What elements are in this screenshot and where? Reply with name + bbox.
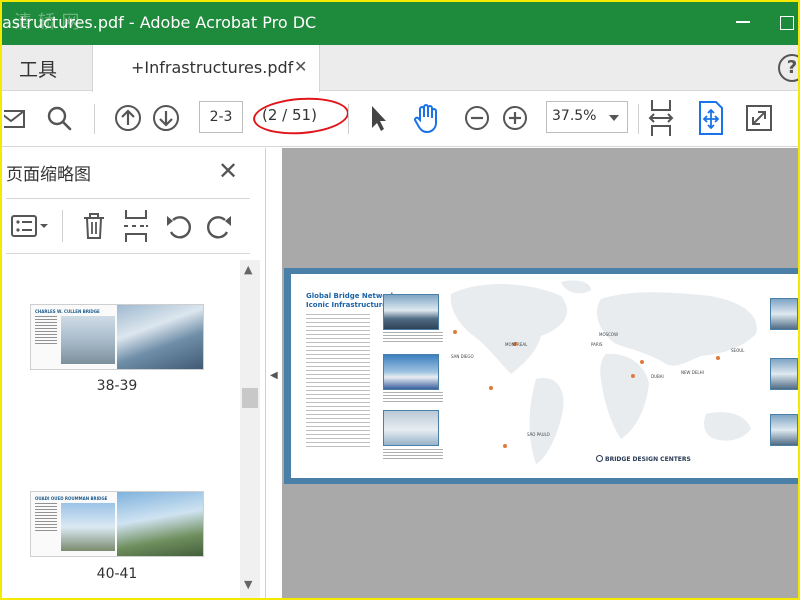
bridge-photo xyxy=(770,358,798,390)
tab-bar: 工具 +Infrastructures.pdf ✕ ? xyxy=(2,45,798,92)
thumbnail-bridge-photo xyxy=(117,492,203,556)
map-pin xyxy=(640,360,644,364)
map-city-label: SEOUL xyxy=(731,348,745,353)
tab-tools[interactable]: 工具 xyxy=(2,45,92,91)
map-city-label: MOSCOW xyxy=(599,332,619,337)
map-brand: BRIDGE DESIGN CENTERS xyxy=(605,456,691,463)
toolbar: 2-3 (2 / 51) 37.5% xyxy=(2,92,798,147)
chevron-down-icon xyxy=(609,115,619,121)
document-body-text xyxy=(306,314,370,450)
bridge-photo xyxy=(383,410,439,446)
thumbnail-scrollbar[interactable]: ▲ ▼ xyxy=(240,260,260,598)
thumbnail-photo xyxy=(61,503,115,551)
map-pin xyxy=(716,356,720,360)
zoom-dropdown[interactable]: 37.5% xyxy=(546,101,628,133)
map-city-label: SÃO PAULO xyxy=(527,432,550,437)
thumbnail-label: 38-39 xyxy=(96,378,138,394)
maximize-button[interactable] xyxy=(780,16,794,30)
document-title-line: Iconic Infrastructures xyxy=(306,301,392,309)
map-pin xyxy=(631,374,635,378)
thumbnail-text xyxy=(35,316,57,346)
map-pin xyxy=(489,386,493,390)
minimize-button[interactable] xyxy=(736,21,750,23)
toolbar-divider xyxy=(94,104,95,134)
title-bar: astructures.pdf - Adobe Acrobat Pro DC 清… xyxy=(2,2,798,45)
map-city-label: PARIS xyxy=(591,342,603,347)
previous-page-icon[interactable] xyxy=(112,102,144,134)
split-page-icon[interactable] xyxy=(122,208,150,244)
tab-document[interactable]: +Infrastructures.pdf ✕ xyxy=(92,45,320,92)
thumbnail-label: 40-41 xyxy=(96,566,138,582)
bridge-logo-icon xyxy=(596,455,603,462)
map-city-label: MONTREAL xyxy=(505,342,528,347)
rotate-right-icon[interactable] xyxy=(204,210,234,242)
photo-caption xyxy=(383,332,443,344)
hand-tool-icon[interactable] xyxy=(410,102,444,134)
zoom-out-icon[interactable] xyxy=(462,102,492,134)
map-city-label: NEW DELHI xyxy=(681,370,704,375)
map-city-label: SAN DIEGO xyxy=(451,354,474,359)
map-pin xyxy=(503,444,507,448)
tab-document-label: +Infrastructures.pdf xyxy=(131,58,294,77)
email-icon[interactable] xyxy=(4,102,26,134)
thumbnail-panel: 页面缩略图 ✕ CHARLES W. CULLEN BRIDGE 38-39 O… xyxy=(2,148,266,598)
toolbar-divider xyxy=(62,210,63,242)
scroll-down-icon[interactable]: ▼ xyxy=(244,578,252,591)
tab-close-icon[interactable]: ✕ xyxy=(294,57,307,76)
right-page-column xyxy=(770,274,798,478)
bridge-photo xyxy=(383,294,439,330)
thumbnail-heading: OUADI OUED ROUMMAN BRIDGE xyxy=(35,496,108,501)
zoom-in-icon[interactable] xyxy=(500,102,530,134)
thumbnail-heading: CHARLES W. CULLEN BRIDGE xyxy=(35,309,100,314)
thumbnail-photo xyxy=(61,316,115,364)
scrollbar-thumb[interactable] xyxy=(242,388,258,408)
thumbnail-text xyxy=(35,503,57,533)
scroll-up-icon[interactable]: ▲ xyxy=(244,263,252,276)
full-screen-icon[interactable] xyxy=(744,102,774,134)
document-viewport[interactable]: Global Bridge Network Iconic Infrastruct… xyxy=(282,148,798,598)
zoom-value: 37.5% xyxy=(552,108,597,124)
rotate-left-icon[interactable] xyxy=(164,210,194,242)
bridge-photo xyxy=(770,298,798,330)
page-spread: Global Bridge Network Iconic Infrastruct… xyxy=(284,268,798,484)
page-number-input[interactable]: 2-3 xyxy=(199,101,243,133)
app-window: astructures.pdf - Adobe Acrobat Pro DC 清… xyxy=(2,2,798,598)
search-icon[interactable] xyxy=(44,102,74,134)
panel-title: 页面缩略图 xyxy=(6,165,91,185)
select-cursor-icon[interactable] xyxy=(366,102,390,134)
document-page: Global Bridge Network Iconic Infrastruct… xyxy=(291,274,798,478)
panel-divider xyxy=(6,198,250,199)
panel-toolbar xyxy=(2,204,252,248)
next-page-icon[interactable] xyxy=(150,102,182,134)
close-panel-icon[interactable]: ✕ xyxy=(218,157,238,185)
world-map xyxy=(450,280,757,464)
highlight-annotation xyxy=(251,94,351,138)
help-icon[interactable]: ? xyxy=(778,54,798,82)
fit-page-icon[interactable] xyxy=(696,100,726,136)
toolbar-divider xyxy=(638,104,639,134)
document-title: Global Bridge Network Iconic Infrastruct… xyxy=(306,292,395,310)
fit-width-icon[interactable] xyxy=(646,98,676,138)
watermark: 清 轿 网 xyxy=(14,12,80,33)
collapse-panel-icon[interactable]: ◀ xyxy=(270,370,278,381)
document-title-line: Global Bridge Network xyxy=(306,292,396,300)
page-thumbnail[interactable]: CHARLES W. CULLEN BRIDGE xyxy=(30,304,204,370)
delete-page-icon[interactable] xyxy=(80,210,108,242)
options-menu-icon[interactable] xyxy=(10,210,50,242)
page-thumbnail[interactable]: OUADI OUED ROUMMAN BRIDGE xyxy=(30,491,204,557)
toolbar-divider xyxy=(348,104,349,134)
thumbnail-bridge-photo xyxy=(117,305,203,369)
map-city-label: DUBAI xyxy=(651,374,664,379)
bridge-photo xyxy=(770,414,798,446)
photo-caption xyxy=(383,449,443,461)
photo-caption xyxy=(383,392,443,404)
map-pin xyxy=(453,330,457,334)
panel-divider xyxy=(6,253,250,254)
bridge-photo xyxy=(383,354,439,390)
